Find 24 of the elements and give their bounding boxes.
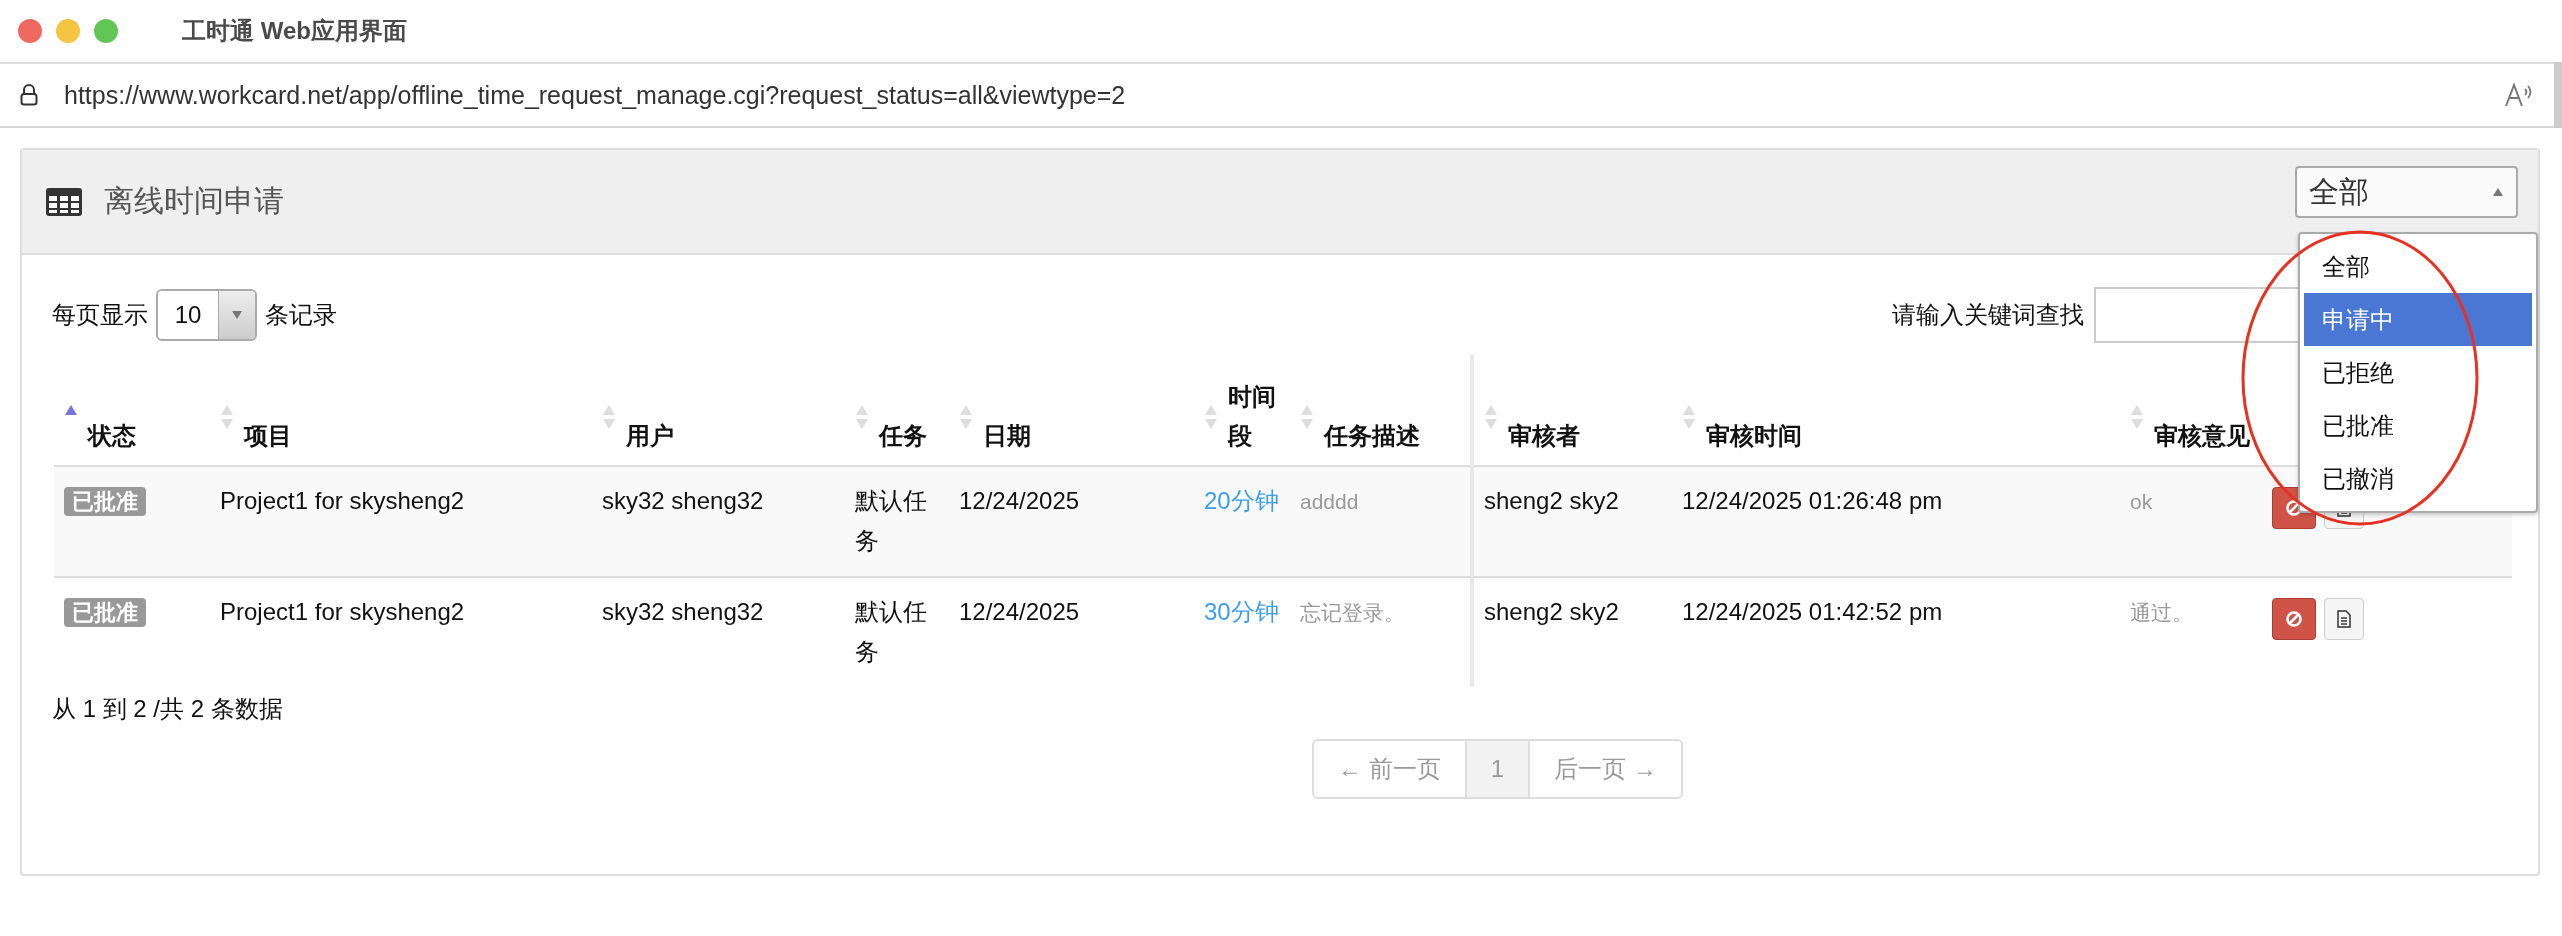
table-cell: 12/24/2025 01:26:48 pm (1682, 487, 1943, 514)
table-cell: 默认任务 (855, 487, 927, 554)
table-cell: sky32 sheng32 (602, 487, 764, 514)
table-cell: 默认任务 (855, 598, 927, 665)
table-cell: ok (2130, 490, 2153, 513)
table-cell: adddd (1300, 490, 1359, 513)
table-cell: Project1 for skysheng2 (220, 487, 465, 514)
table-cell: sheng2 sky2 (1484, 487, 1619, 514)
table-cell: sky32 sheng32 (602, 598, 764, 625)
table-cell: 12/24/2025 01:42:52 pm (1682, 598, 1943, 625)
table-cell: 通过。 (2130, 601, 2193, 624)
window-title: 工时通 Web应用界面 (182, 16, 407, 46)
table-cell: 忘记登录。 (1300, 601, 1405, 624)
table-cell: Project1 for skysheng2 (220, 598, 465, 625)
table-cell: sheng2 sky2 (1484, 598, 1619, 625)
panel-title: 离线时间申请 (104, 183, 284, 219)
page-length-label: 每页显示 (52, 300, 148, 330)
status-badge: 已批准 (64, 487, 146, 516)
table-cell: 12/24/2025 (959, 487, 1080, 514)
page-length-label: 条记录 (265, 300, 337, 330)
table-cell: 12/24/2025 (959, 598, 1080, 625)
status-badge: 已批准 (64, 598, 146, 627)
table-info: 从 1 到 2 /共 2 条数据 (52, 694, 284, 724)
search-label: 请输入关键词查找 (1892, 300, 2084, 330)
